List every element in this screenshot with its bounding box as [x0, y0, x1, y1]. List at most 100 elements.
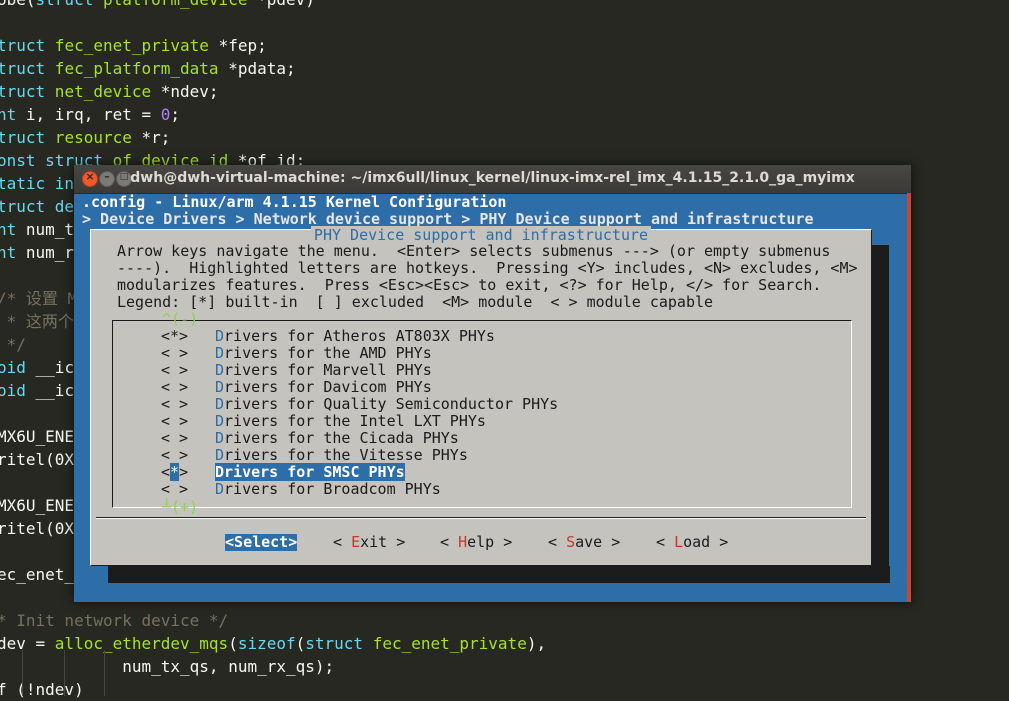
item-state-marker[interactable]: < >: [161, 481, 215, 498]
item-state-marker[interactable]: < >: [161, 396, 215, 413]
menu-item-label: Drivers for the Vitesse PHYs: [215, 446, 468, 464]
marker-bracket: >: [179, 463, 189, 481]
button-label: elp >: [467, 533, 513, 551]
hotkey-letter: D: [215, 327, 225, 345]
menuconfig-dialog: PHY Device support and infrastructure Ar…: [90, 226, 872, 566]
menu-item[interactable]: <*> Drivers for SMSC PHYs: [161, 463, 405, 481]
code-line: truct resource *r;: [0, 126, 170, 149]
menu-item[interactable]: < > Drivers for the AMD PHYs: [161, 345, 432, 362]
item-state-marker[interactable]: < >: [161, 447, 215, 464]
menu-item[interactable]: <*> Drivers for Atheros AT803X PHYs: [161, 328, 495, 345]
menu-item[interactable]: < > Drivers for Quality Semiconductor PHY…: [161, 396, 558, 413]
item-state-marker[interactable]: < >: [161, 413, 215, 430]
hotkey-letter: D: [215, 412, 225, 430]
terminal-window[interactable]: × – □ dwh@dwh-virtual-machine: ~/imx6ull…: [74, 165, 911, 602]
code-line: num_tx_qs, num_rx_qs);: [0, 655, 334, 678]
indent-guide: [104, 650, 105, 696]
scroll-down-indicator[interactable]: ┴(+): [162, 499, 198, 516]
code-token: ritel(0X: [0, 450, 75, 469]
button-label: oad >: [683, 533, 729, 551]
menu-item-label: Drivers for Broadcom PHYs: [215, 480, 441, 498]
code-line: * Init network device */: [0, 609, 228, 632]
marker-cursor: *: [170, 463, 180, 481]
code-token: struct: [305, 634, 364, 653]
item-state-marker[interactable]: < >: [161, 362, 215, 379]
save-button[interactable]: < Save >: [548, 534, 620, 551]
menu-item[interactable]: < > Drivers for Marvell PHYs: [161, 362, 432, 379]
code-token: MX6U_ENE: [0, 427, 75, 446]
hotkey-letter: D: [215, 361, 225, 379]
button-label: ave >: [575, 533, 621, 551]
code-token: fec_enet_private: [363, 634, 527, 653]
button-bracket: <: [440, 533, 459, 551]
button-hotkey: S: [234, 533, 244, 551]
code-token: __ic: [25, 358, 75, 377]
help-line: ----). Highlighted letters are hotkeys. …: [117, 259, 858, 277]
code-line: truct fec_platform_data *pdata;: [0, 57, 296, 80]
button-bracket: <: [333, 533, 352, 551]
code-line: ec_enet_: [0, 563, 74, 586]
exit-button[interactable]: < Exit >: [333, 534, 405, 551]
menu-item[interactable]: < > Drivers for the Vitesse PHYs: [161, 447, 468, 464]
select-button[interactable]: <Select>: [225, 533, 298, 551]
code-token: truct: [0, 36, 46, 55]
code-token: truct de: [0, 197, 75, 216]
menu-item[interactable]: < > Drivers for the Intel LXT PHYs: [161, 413, 486, 430]
code-line: oid __ic: [0, 356, 74, 379]
scroll-up-indicator[interactable]: ^(-): [162, 311, 198, 328]
item-state-marker[interactable]: < >: [161, 379, 215, 396]
menu-item-text: rivers for Marvell PHYs: [224, 361, 432, 379]
dialog-shadow: [108, 566, 890, 583]
menu-item[interactable]: < > Drivers for Broadcom PHYs: [161, 481, 441, 498]
menu-item[interactable]: < > Drivers for Davicom PHYs: [161, 379, 432, 396]
hotkey-letter: D: [215, 378, 225, 396]
button-bracket: <: [225, 533, 235, 551]
code-line: MX6U_ENE: [0, 494, 74, 517]
code-token: num_t: [16, 220, 75, 239]
code-token: resource: [45, 128, 142, 147]
button-bracket: <: [548, 533, 567, 551]
item-state-marker[interactable]: <*>: [161, 328, 215, 345]
menu-item-label: Drivers for Quality Semiconductor PHYs: [215, 395, 558, 413]
code-line: nt num_r: [0, 241, 74, 264]
menu-item-text: rivers for Quality Semiconductor PHYs: [224, 395, 559, 413]
code-token: *r;: [141, 128, 171, 147]
button-hotkey: H: [458, 533, 468, 551]
button-bracket: <: [656, 533, 675, 551]
hotkey-letter: D: [215, 480, 225, 498]
code-line: tatic in: [0, 172, 74, 195]
button-hotkey: S: [566, 533, 576, 551]
item-state-marker[interactable]: <*>: [161, 463, 215, 481]
code-line: */: [0, 333, 26, 356]
code-token: oid: [0, 381, 26, 400]
code-token: f (!ndev): [0, 680, 84, 699]
menu-item[interactable]: < > Drivers for the Cicada PHYs: [161, 430, 459, 447]
code-line: f (!ndev): [0, 678, 84, 701]
help-button[interactable]: < Help >: [440, 534, 512, 551]
code-token: dev =: [0, 634, 55, 653]
code-token: tatic in: [0, 174, 75, 193]
code-token: platform_device: [93, 0, 257, 9]
code-token: truct: [0, 128, 46, 147]
code-token: * 这两个: [0, 312, 74, 331]
code-token: oid: [0, 358, 26, 377]
menu-item-text: rivers for Broadcom PHYs: [224, 480, 441, 498]
help-line: Arrow keys navigate the menu. <Enter> se…: [117, 242, 831, 260]
item-state-marker[interactable]: < >: [161, 430, 215, 447]
code-token: alloc_etherdev_mqs: [54, 634, 229, 653]
code-token: (: [295, 634, 306, 653]
code-line: dev = alloc_etherdev_mqs(sizeof(struct f…: [0, 632, 546, 655]
code-line: obe(struct platform_device *pdev): [0, 0, 315, 11]
load-button[interactable]: < Load >: [656, 534, 728, 551]
item-state-marker[interactable]: < >: [161, 345, 215, 362]
marker-bracket: <: [161, 463, 171, 481]
code-line: nt i, irq, ret = 0;: [0, 103, 180, 126]
menu-item-text: rivers for the Vitesse PHYs: [224, 446, 468, 464]
code-token: *pdev): [257, 0, 315, 9]
menu-item-label: Drivers for SMSC PHYs: [215, 463, 405, 481]
button-hotkey: L: [674, 533, 684, 551]
code-token: */: [6, 335, 26, 354]
window-titlebar[interactable]: × – □ dwh@dwh-virtual-machine: ~/imx6ull…: [74, 165, 911, 194]
code-line: oid __ic: [0, 379, 74, 402]
code-token: sizeof: [237, 634, 296, 653]
